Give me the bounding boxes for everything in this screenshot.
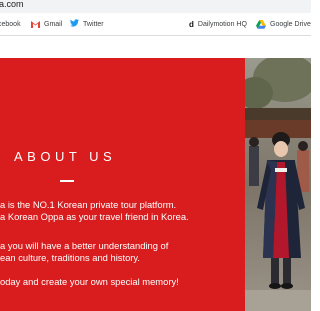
address-bar[interactable]: a.com [0,0,311,13]
about-paragraph-line: a is the NO.1 Korean private tour platfo… [0,199,177,210]
about-paragraph-line: ean culture, traditions and history. [0,251,141,263]
google-drive-icon [256,19,266,29]
bookmark-gmail[interactable]: Gmail [31,13,62,35]
page-content: ABOUT US a is the NO.1 Korean private to… [0,36,311,311]
bookmark-facebook[interactable]: cebook [0,13,21,35]
twitter-icon [70,19,79,29]
about-paragraph-line: a Korean Oppa as your travel friend in K… [0,210,189,222]
about-paragraph-2: a you will have a better understanding o… [0,240,168,263]
bookmark-google-drive[interactable]: Google Drive [256,13,311,35]
photo-illustration [245,58,311,311]
hanbok-man-photo [245,58,311,311]
bookmark-label: Gmail [44,20,63,28]
heading-divider [60,180,74,182]
about-paragraph-1: a is the NO.1 Korean private tour platfo… [0,199,189,222]
bookmark-label: cebook [0,20,21,28]
bookmark-dailymotion[interactable]: d Dailymotion HQ [189,13,247,35]
about-paragraph-line: oday and create your own special memory! [0,276,179,287]
bookmark-twitter[interactable]: Twitter [70,13,104,35]
bookmark-label: Dailymotion HQ [197,20,247,28]
about-paragraph-line: a you will have a better understanding o… [0,240,169,251]
about-paragraph-3: oday and create your own special memory! [0,276,179,288]
about-us-panel: ABOUT US a is the NO.1 Korean private to… [0,58,245,311]
about-us-heading: ABOUT US [14,149,117,164]
bookmarks-bar: cebook Gmail Twitter d Dailymotion HQ Go… [0,13,311,36]
dailymotion-icon: d [189,19,194,29]
bookmark-label: Google Drive [270,20,311,28]
bookmark-label: Twitter [83,20,104,28]
url-text[interactable]: a.com [0,0,24,9]
gmail-icon [31,20,40,28]
